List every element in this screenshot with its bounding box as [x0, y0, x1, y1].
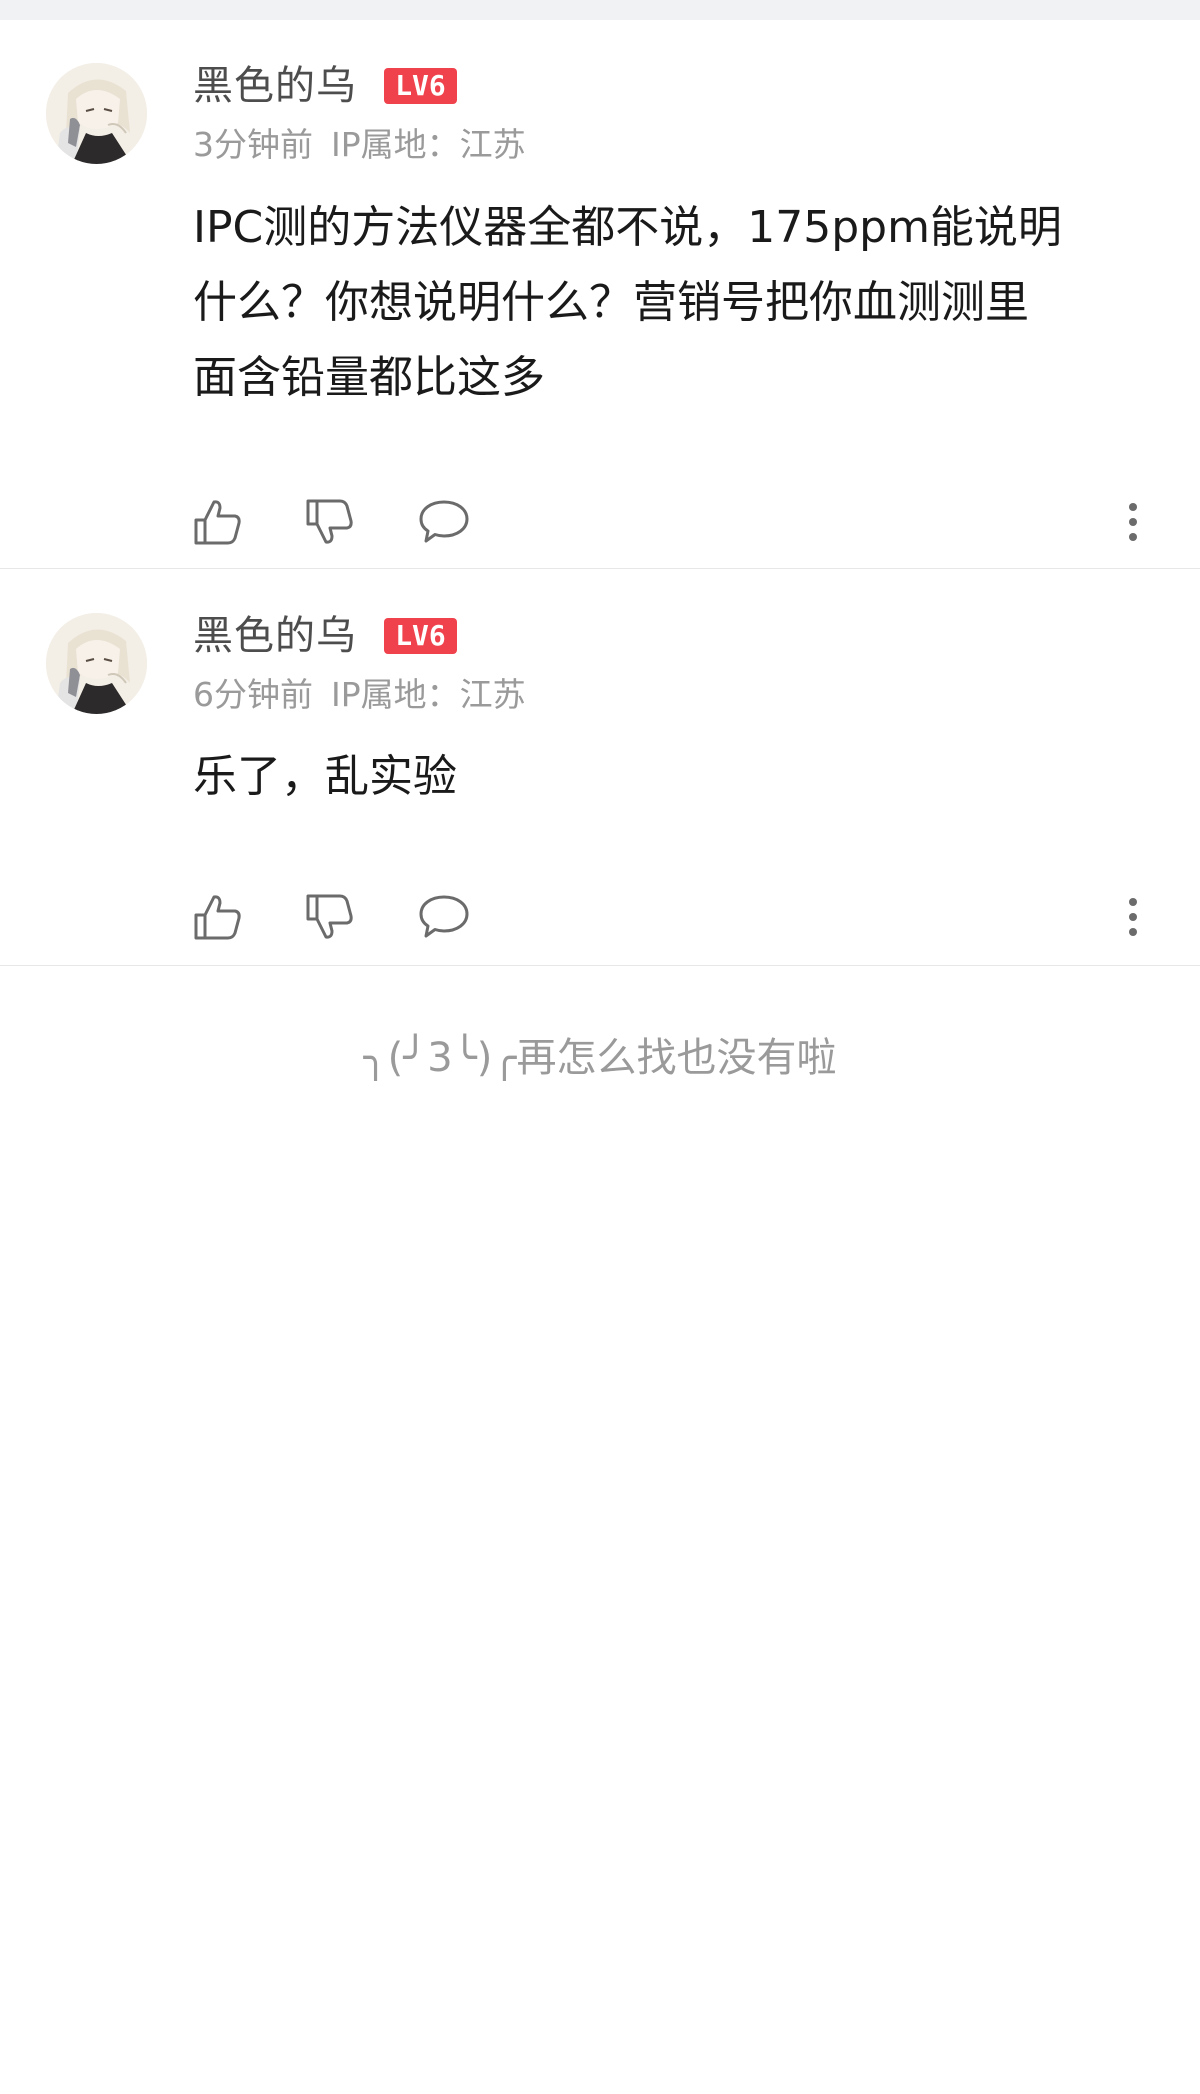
username[interactable]: 黑色的乌 — [193, 62, 357, 110]
content-line: 什么？你想说明什么？营销号把你血测测里 — [193, 277, 1029, 328]
thumbs-down-icon[interactable] — [302, 889, 358, 945]
avatar[interactable] — [46, 613, 147, 714]
speech-bubble-icon[interactable] — [416, 889, 472, 945]
comment-item: 黑色的乌 LV6 6分钟前 IP属地：江苏 乐了，乱实验 — [0, 569, 1200, 966]
vertical-dots-icon[interactable] — [1105, 494, 1161, 550]
thumbs-up-icon[interactable] — [190, 494, 246, 550]
thumbs-down-icon[interactable] — [302, 494, 358, 550]
level-badge: LV6 — [384, 618, 457, 654]
content-line: 乐了，乱实验 — [193, 751, 457, 802]
comment-meta: 6分钟前 IP属地：江苏 — [193, 675, 526, 715]
comment-item: 黑色的乌 LV6 3分钟前 IP属地：江苏 IPC测的方法仪器全都不说，175pp… — [0, 20, 1200, 569]
content-line: 面含铅量都比这多 — [193, 352, 545, 403]
comment-time: 6分钟前 — [193, 675, 313, 714]
comment-time: 3分钟前 — [193, 125, 313, 164]
end-of-list-message: ╮(╯3╰)╭再怎么找也没有啦 — [363, 1035, 837, 1081]
comment-actions — [0, 494, 1200, 554]
thumbs-up-icon[interactable] — [190, 889, 246, 945]
username[interactable]: 黑色的乌 — [193, 612, 357, 660]
top-strip — [0, 0, 1200, 20]
content-line: IPC测的方法仪器全都不说，175ppm能说明 — [193, 202, 1062, 253]
comment-content: 乐了，乱实验 — [193, 739, 1163, 814]
vertical-dots-icon[interactable] — [1105, 889, 1161, 945]
comment-meta: 3分钟前 IP属地：江苏 — [193, 125, 526, 165]
comment-actions — [0, 889, 1200, 949]
speech-bubble-icon[interactable] — [416, 494, 472, 550]
ip-location: IP属地：江苏 — [331, 125, 526, 164]
comment-content: IPC测的方法仪器全都不说，175ppm能说明 什么？你想说明什么？营销号把你血… — [193, 190, 1163, 415]
avatar[interactable] — [46, 63, 147, 164]
ip-location: IP属地：江苏 — [331, 675, 526, 714]
level-badge: LV6 — [384, 68, 457, 104]
